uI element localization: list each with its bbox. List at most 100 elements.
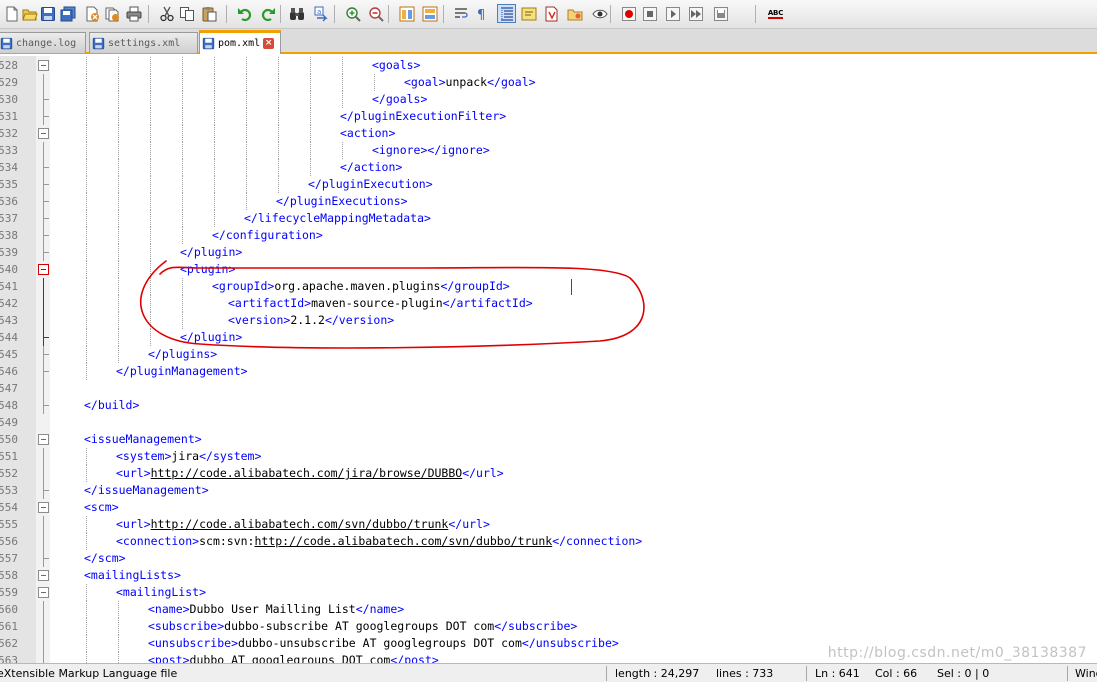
editor-line[interactable]: 556 <connection>scm:svn:http://code.aliba… <box>0 533 1097 550</box>
editor-line[interactable]: 553 </issueManagement> <box>0 482 1097 499</box>
show-all-characters-button[interactable]: ¶ <box>472 4 491 23</box>
editor-line[interactable]: 552 <url>http://code.alibabatech.com/jira… <box>0 465 1097 482</box>
editor-line[interactable]: 554 <scm> <box>0 499 1097 516</box>
editor-line[interactable]: 558 <mailingLists> <box>0 567 1097 584</box>
code-text: <url>http://code.alibabatech.com/svn/dub… <box>116 516 490 533</box>
close-all-button[interactable] <box>102 4 121 23</box>
editor-line[interactable]: 538 </configuration> <box>0 227 1097 244</box>
indent-guide <box>118 618 119 635</box>
zoom-out-button[interactable] <box>366 4 385 23</box>
xml-tag: </plugins> <box>148 347 218 361</box>
editor-line[interactable]: 536 </pluginExecutions> <box>0 193 1097 210</box>
macro-record-button[interactable] <box>619 4 638 23</box>
undo-button[interactable] <box>235 4 254 23</box>
tab-pom-xml[interactable]: pom.xml × <box>199 30 281 54</box>
find-button[interactable] <box>287 4 306 23</box>
save-all-button[interactable] <box>58 4 77 23</box>
editor-line[interactable]: 540 <plugin> <box>0 261 1097 278</box>
url-text[interactable]: http://code.alibabatech.com/svn/dubbo/tr… <box>254 534 552 548</box>
tab-change-log[interactable]: change.log <box>0 32 86 53</box>
folder-as-workspace-button[interactable] <box>565 4 584 23</box>
editor-line[interactable]: 546 </pluginManagement> <box>0 363 1097 380</box>
fold-guide <box>43 74 44 91</box>
indent-guide <box>86 652 87 663</box>
fold-toggle-icon[interactable] <box>38 570 49 581</box>
indent-guide <box>86 176 87 193</box>
sync-vertical-button[interactable] <box>397 4 416 23</box>
indent-guide <box>118 91 119 108</box>
editor-line[interactable]: 528 <goals> <box>0 57 1097 74</box>
save-button[interactable] <box>38 4 57 23</box>
close-button[interactable] <box>82 4 101 23</box>
cut-button[interactable] <box>157 4 176 23</box>
monitoring-button[interactable] <box>590 4 609 23</box>
editor-line[interactable]: 545 </plugins> <box>0 346 1097 363</box>
editor-line[interactable]: 549 <box>0 414 1097 431</box>
close-tab-icon[interactable]: × <box>263 38 275 49</box>
code-text: </configuration> <box>212 227 323 244</box>
editor-line[interactable]: 559 <mailingList> <box>0 584 1097 601</box>
macro-play-multiple-button[interactable] <box>686 4 705 23</box>
editor-line[interactable]: 547 <box>0 380 1097 397</box>
editor-line[interactable]: 542 <artifactId>maven-source-plugin</arti… <box>0 295 1097 312</box>
editor-line[interactable]: 551 <system>jira</system> <box>0 448 1097 465</box>
user-defined-language-button[interactable] <box>519 4 538 23</box>
replace-button[interactable]: a <box>312 4 331 23</box>
code-text: </action> <box>340 159 402 176</box>
status-eol-format[interactable]: Windows (CR LF) <box>1075 664 1097 682</box>
url-text[interactable]: http://code.alibabatech.com/svn/dubbo/tr… <box>151 517 449 531</box>
editor-line[interactable]: 543 <version>2.1.2</version> <box>0 312 1097 329</box>
editor-line[interactable]: 530 </goals> <box>0 91 1097 108</box>
editor-line[interactable]: 548 </build> <box>0 397 1097 414</box>
fold-toggle-icon[interactable] <box>38 587 49 598</box>
editor-line[interactable]: 557 </scm> <box>0 550 1097 567</box>
url-text[interactable]: http://code.alibabatech.com/jira/browse/… <box>151 466 463 480</box>
new-file-button[interactable] <box>2 4 21 23</box>
fold-toggle-icon[interactable] <box>38 502 49 513</box>
editor-line[interactable]: 529 <goal>unpack</goal> <box>0 74 1097 91</box>
line-number: 544 <box>0 331 18 344</box>
tab-settings-xml[interactable]: settings.xml <box>89 32 198 53</box>
text-caret <box>571 279 572 295</box>
indent-guide <box>86 584 87 601</box>
function-list-button[interactable] <box>541 4 560 23</box>
fold-toggle-icon[interactable] <box>38 60 49 71</box>
indent-guide <box>310 142 311 159</box>
editor-line[interactable]: 533 <ignore></ignore> <box>0 142 1097 159</box>
fold-toggle-icon[interactable] <box>38 434 49 445</box>
sync-horizontal-button[interactable] <box>420 4 439 23</box>
editor-line[interactable]: 555 <url>http://code.alibabatech.com/svn/… <box>0 516 1097 533</box>
indent-guide <box>182 108 183 125</box>
macro-play-button[interactable] <box>663 4 682 23</box>
indent-guide-button[interactable] <box>497 4 516 23</box>
indent-guide <box>150 244 151 261</box>
spell-check-button[interactable]: ABC <box>766 4 785 23</box>
fold-guide <box>43 278 44 295</box>
editor-line[interactable]: 541 <groupId>org.apache.maven.plugins</gr… <box>0 278 1097 295</box>
editor-line[interactable]: 550 <issueManagement> <box>0 431 1097 448</box>
fold-toggle-icon[interactable] <box>38 128 49 139</box>
editor-line[interactable]: 531 </pluginExecutionFilter> <box>0 108 1097 125</box>
editor-line[interactable]: 535 </pluginExecution> <box>0 176 1097 193</box>
editor-line[interactable]: 539 </plugin> <box>0 244 1097 261</box>
macro-save-button[interactable] <box>711 4 730 23</box>
copy-button[interactable] <box>177 4 196 23</box>
fold-end-marker <box>43 99 49 100</box>
paste-button[interactable] <box>199 4 218 23</box>
macro-stop-button[interactable] <box>640 4 659 23</box>
open-file-button[interactable] <box>20 4 39 23</box>
editor-line[interactable]: 537 </lifecycleMappingMetadata> <box>0 210 1097 227</box>
editor-line[interactable]: 544 </plugin> <box>0 329 1097 346</box>
word-wrap-button[interactable] <box>451 4 470 23</box>
fold-toggle-icon[interactable] <box>38 264 49 275</box>
zoom-in-button[interactable] <box>343 4 362 23</box>
editor-line[interactable]: 534 </action> <box>0 159 1097 176</box>
editor-line[interactable]: 560 <name>Dubbo User Mailling List</name> <box>0 601 1097 618</box>
redo-button[interactable] <box>258 4 277 23</box>
indent-guide <box>118 210 119 227</box>
xml-text: 2.1.2 <box>290 313 325 327</box>
code-editor[interactable]: 528 <goals> 529 <goal>unpack</goal> 530 </goa… <box>0 56 1097 663</box>
editor-line[interactable]: 561 <subscribe>dubbo-subscribe AT googleg… <box>0 618 1097 635</box>
editor-line[interactable]: 532 <action> <box>0 125 1097 142</box>
print-button[interactable] <box>124 4 143 23</box>
